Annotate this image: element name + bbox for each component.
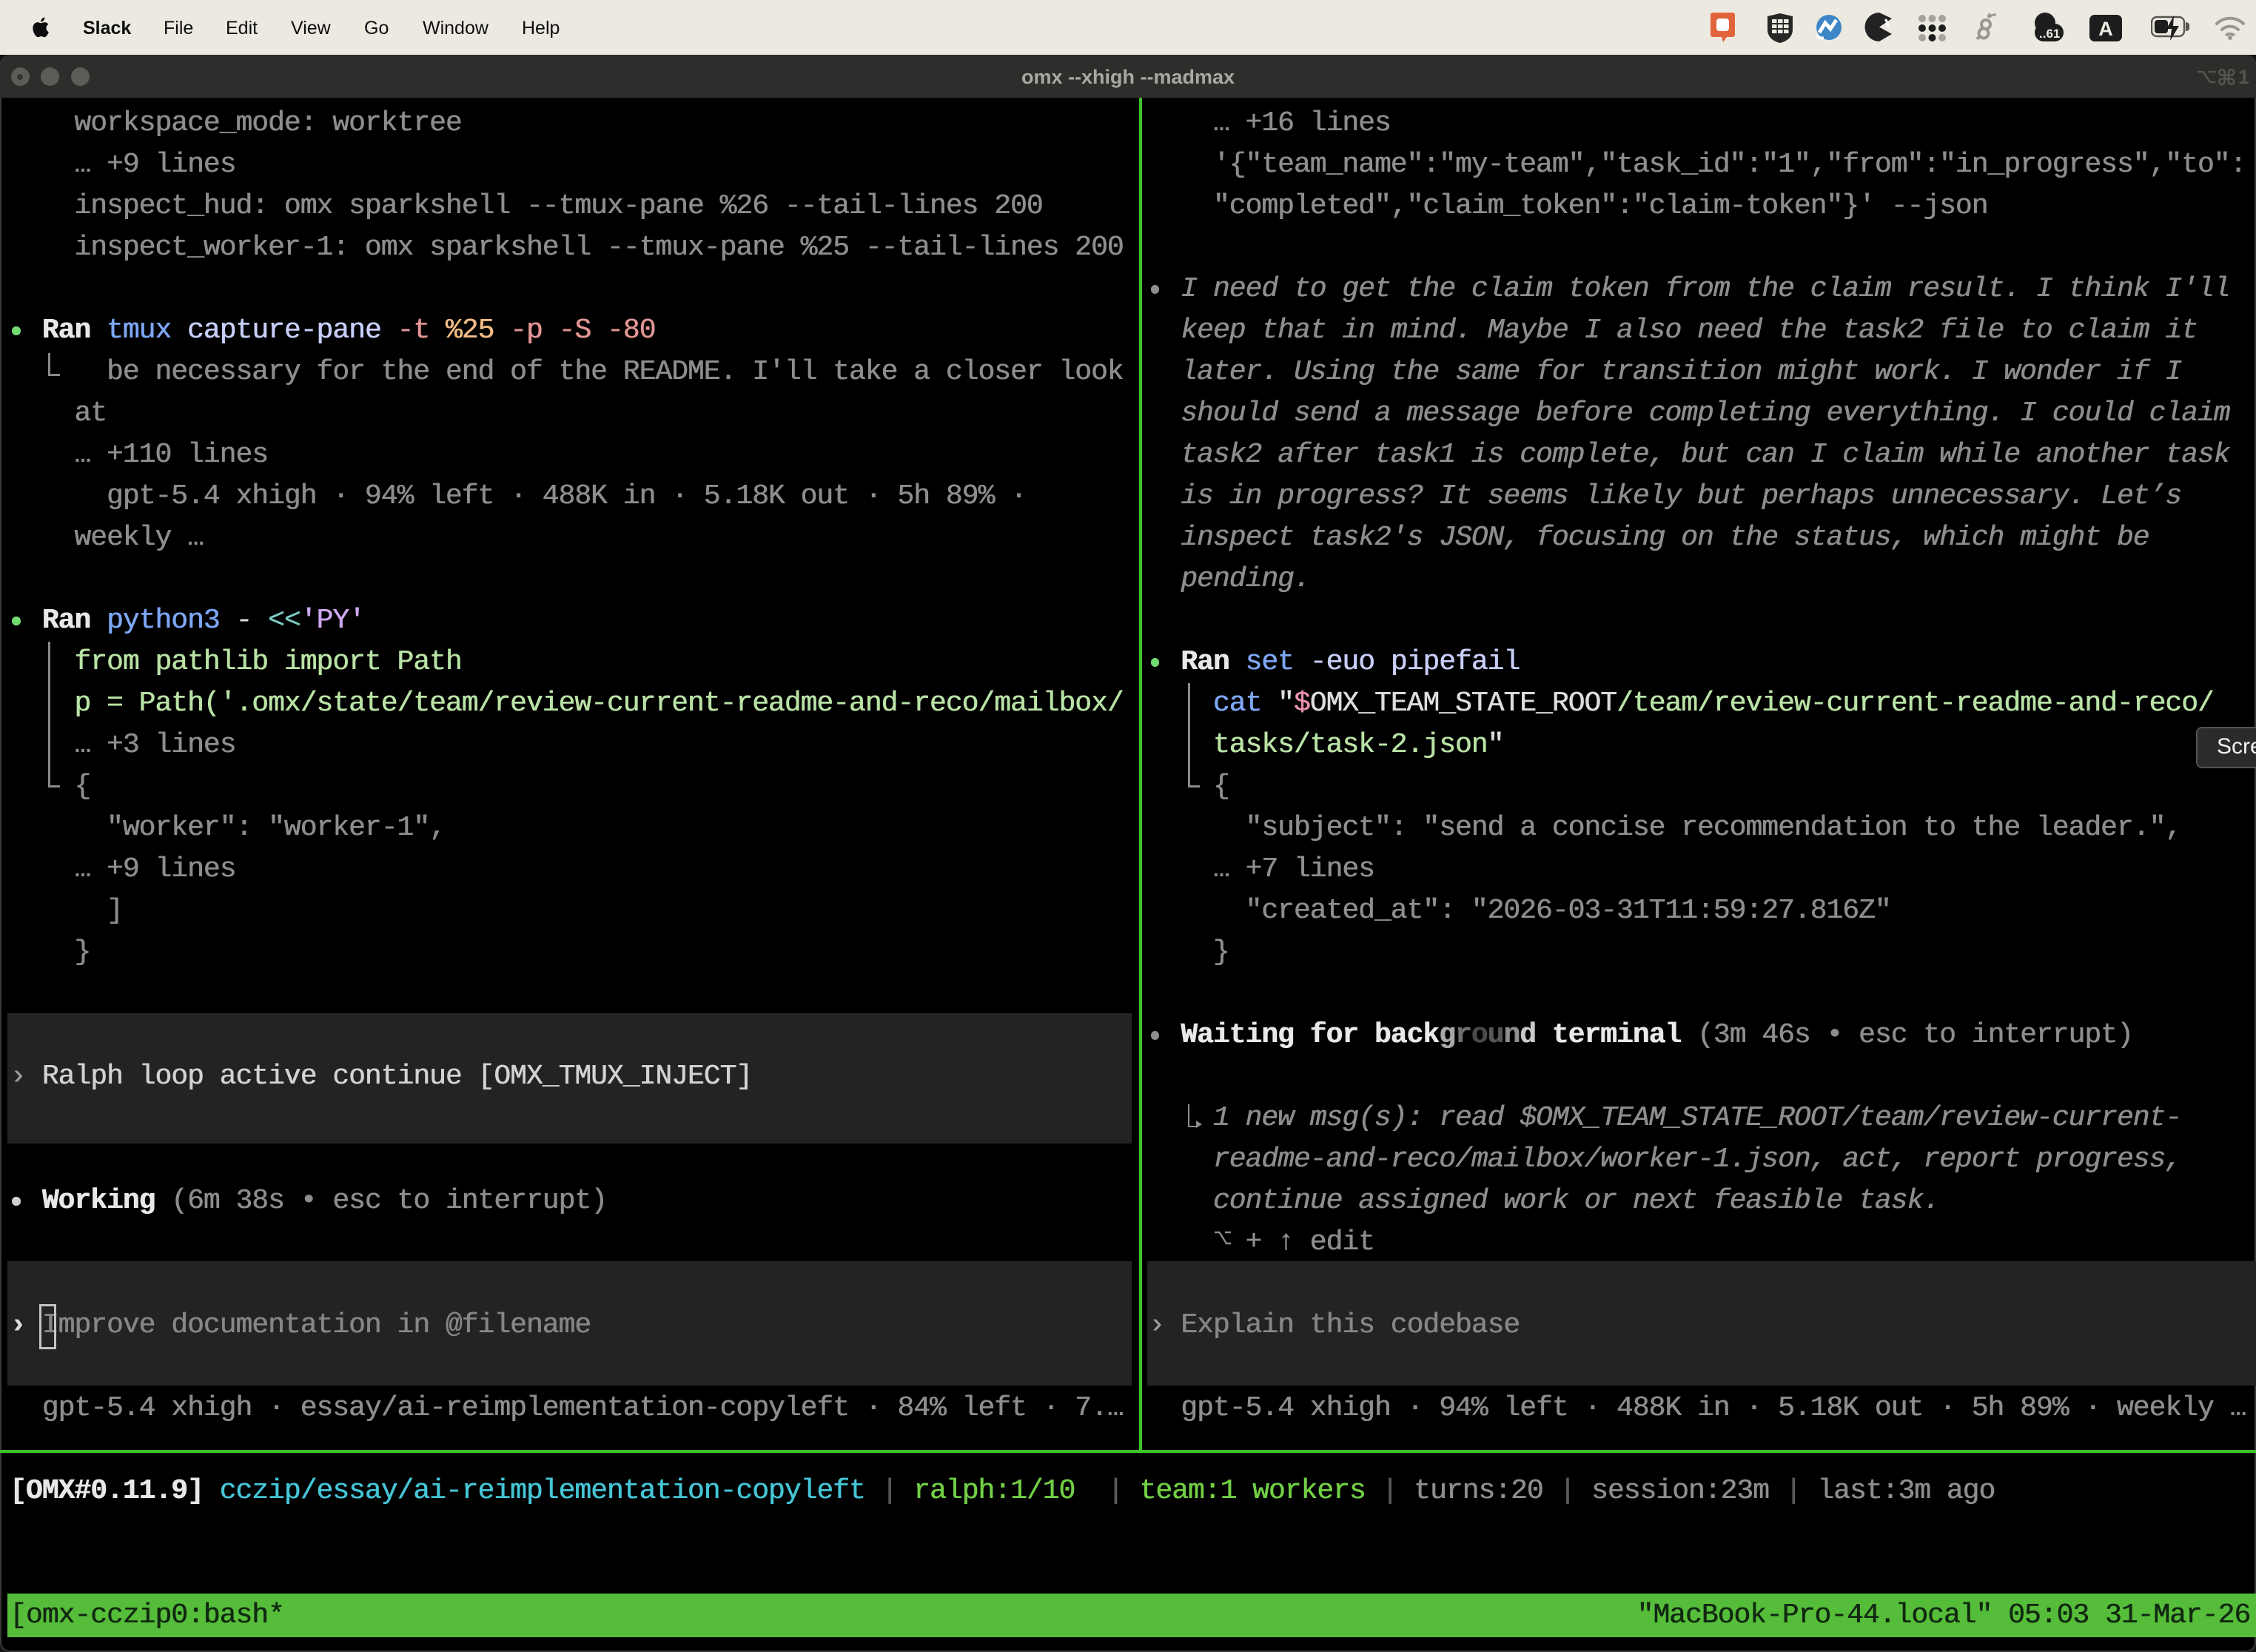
svg-text:..61: ..61 [2039, 27, 2060, 41]
svg-text:1: 1 [2238, 66, 2249, 88]
